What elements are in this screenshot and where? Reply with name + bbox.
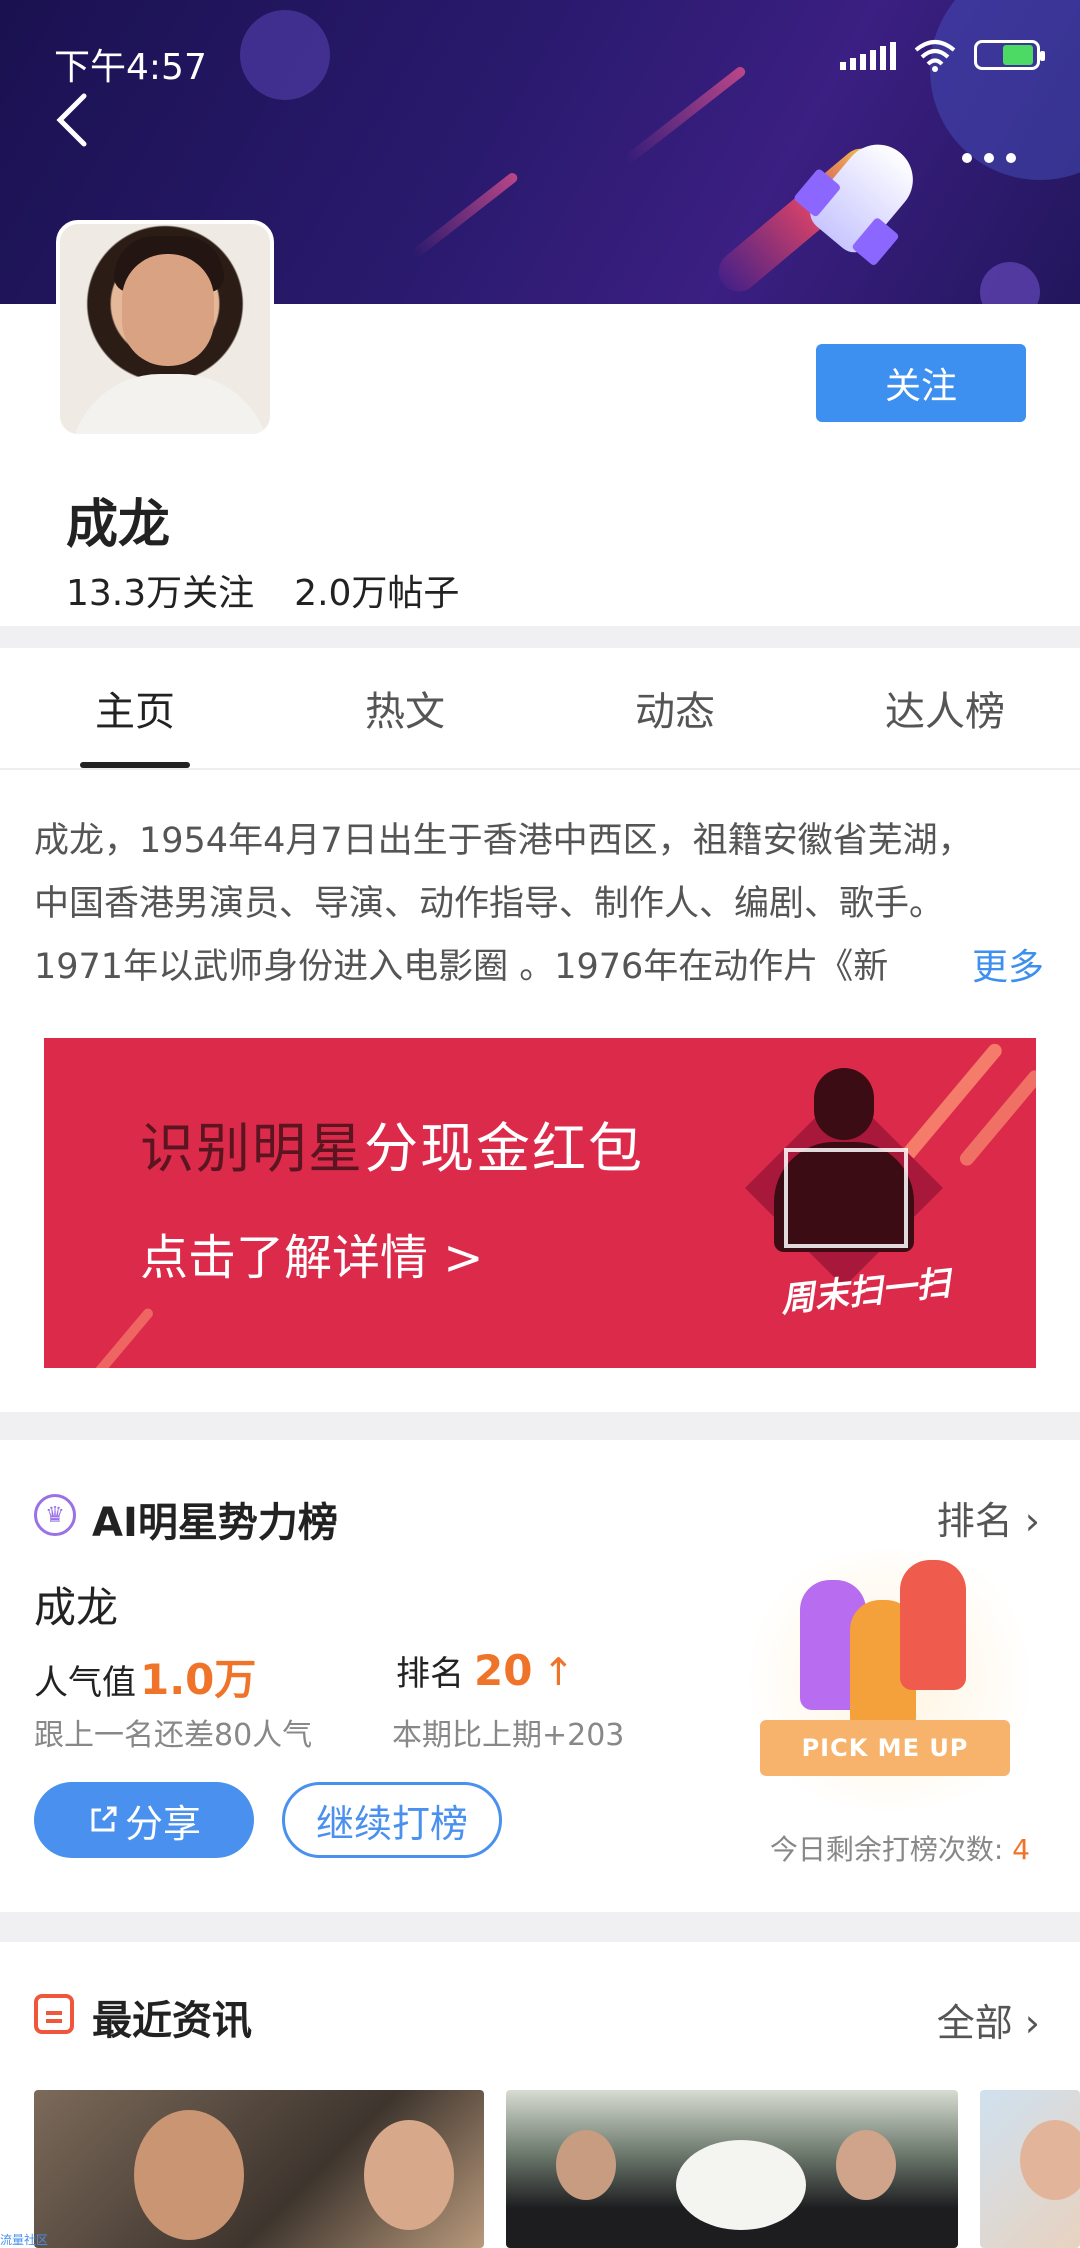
crown-icon: ♛: [34, 1494, 76, 1536]
tab-updates[interactable]: 动态: [540, 648, 810, 768]
pick-me-up-icon: PICK ME UP: [730, 1550, 1050, 1810]
wifi-icon: [914, 40, 956, 72]
share-button[interactable]: 分享: [34, 1782, 254, 1858]
promo-title: 识别明星分现金红包: [140, 1117, 644, 1180]
more-dots-icon: [962, 153, 972, 163]
remaining-votes: 今日剩余打榜次数: 4: [769, 1833, 1030, 1866]
back-button[interactable]: [52, 90, 102, 150]
bio-line: 成龙，1954年4月7日出生于香港中西区，祖籍安徽省芜湖，: [34, 821, 973, 861]
share-icon: [91, 1806, 117, 1832]
follow-button[interactable]: 关注: [816, 344, 1026, 422]
chevron-right-icon: ›: [1024, 2001, 1040, 2045]
rank-change-note: 本期比上期+203: [392, 1718, 625, 1753]
news-thumbnail[interactable]: [34, 2090, 484, 2248]
ranking-title: AI明星势力榜: [92, 1500, 338, 1546]
bio-section: 成龙，1954年4月7日出生于香港中西区，祖籍安徽省芜湖， 中国香港男演员、导演…: [0, 770, 1080, 1412]
status-icons: [840, 38, 1045, 72]
bio-line: 1971年以武师身份进入电影圈 。1976年在动作片《新: [34, 947, 889, 987]
chevron-right-icon: ›: [1024, 1499, 1040, 1543]
decor-orb: [980, 262, 1040, 304]
bio-more-link[interactable]: 更多: [931, 936, 1044, 999]
tab-hot-articles[interactable]: 热文: [270, 648, 540, 768]
chevron-left-icon: [56, 93, 87, 147]
status-bar: 下午4:57: [0, 0, 1080, 110]
promo-subtitle: 点击了解详情 >: [140, 1230, 484, 1286]
popularity: 人气值 1.0万: [34, 1646, 256, 1707]
news-thumbnail[interactable]: [506, 2090, 958, 2248]
continue-vote-button[interactable]: 继续打榜: [282, 1782, 502, 1858]
news-thumbnail[interactable]: [980, 2090, 1080, 2248]
signal-icon: [840, 40, 896, 70]
profile-card: 关注 成龙 13.3万关注 2.0万帖子: [0, 220, 1080, 626]
popularity-value: 1.0万: [140, 1655, 257, 1704]
profile-name: 成龙: [66, 495, 171, 555]
tab-fan-ranking[interactable]: 达人榜: [810, 648, 1080, 768]
tab-bar: 主页 热文 动态 达人榜: [0, 648, 1080, 770]
arrow-up-icon: ↑: [542, 1650, 575, 1694]
news-icon: [34, 1994, 74, 2034]
news-all-link[interactable]: 全部 ›: [937, 1992, 1040, 2047]
news-title: 最近资讯: [92, 1998, 252, 2044]
posts-count[interactable]: 2.0万帖子: [294, 564, 459, 616]
bio-text: 成龙，1954年4月7日出生于香港中西区，祖籍安徽省芜湖， 中国香港男演员、导演…: [34, 810, 1044, 999]
rocket-icon: [792, 130, 928, 267]
ranking-star-name: 成龙: [34, 1583, 119, 1632]
pick-me-up-badge: PICK ME UP: [760, 1720, 1010, 1776]
battery-icon: [974, 40, 1045, 70]
more-button[interactable]: [962, 138, 1022, 178]
ranking-link[interactable]: 排名 ›: [937, 1490, 1040, 1545]
tab-home[interactable]: 主页: [0, 648, 270, 768]
profile-stats: 13.3万关注 2.0万帖子: [66, 564, 459, 616]
watermark: 流量社区: [0, 2233, 49, 2247]
rank-value: 20: [474, 1646, 533, 1695]
bio-line: 中国香港男演员、导演、动作指导、制作人、编剧、歌手。: [34, 884, 945, 924]
status-time: 下午4:57: [54, 47, 207, 88]
ai-ranking-card: ♛ AI明星势力榜 排名 › 成龙 人气值 1.0万 排名 20 ↑ 跟上一名还…: [0, 1440, 1080, 1912]
popularity-gap-note: 跟上一名还差80人气: [34, 1718, 313, 1753]
promo-banner[interactable]: 识别明星分现金红包 点击了解详情 > 周末扫一扫: [44, 1038, 1036, 1368]
followers-count[interactable]: 13.3万关注: [66, 564, 254, 616]
recent-news-section: 最近资讯 全部 › 流量社区: [0, 1942, 1080, 2248]
rank: 排名 20 ↑: [396, 1646, 575, 1695]
decor-streak: [410, 171, 520, 259]
avatar[interactable]: [56, 220, 274, 438]
